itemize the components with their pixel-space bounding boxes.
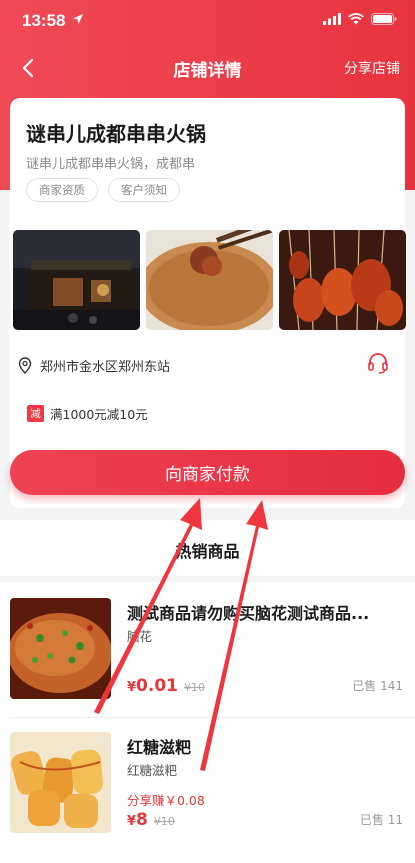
product-price: ¥8 ¥10 [127, 810, 175, 830]
product-name: 红糖滋粑 [127, 738, 192, 757]
status-bar: 13:58 [0, 0, 415, 44]
price-currency: ¥ [127, 814, 137, 829]
product-subtitle: 红糖滋粑 [127, 763, 178, 778]
wifi-icon [348, 13, 364, 25]
product-image [10, 598, 111, 699]
store-photo-skewers[interactable] [279, 230, 406, 330]
tag-customer-notice[interactable]: 客户须知 [108, 178, 180, 202]
promotion-text: 满1000元减10元 [50, 407, 148, 422]
original-price: ¥10 [184, 681, 205, 694]
section-title: 热销商品 [175, 542, 240, 561]
status-time: 13:58 [22, 11, 66, 30]
share-store-button[interactable]: 分享店铺 [344, 58, 400, 78]
nav-bar: 店铺详情 分享店铺 [0, 44, 415, 92]
store-photo-dish[interactable] [146, 230, 273, 330]
promotion: 减 满1000元减10元 [27, 404, 148, 423]
product-item[interactable]: 红糖滋粑 红糖滋粑 分享赚￥0.08 ¥8 ¥10 已售 11 [0, 732, 415, 852]
product-subtitle: 脑花 [127, 629, 153, 644]
price-currency: ¥ [127, 680, 137, 695]
pay-merchant-button[interactable]: 向商家付款 [10, 450, 405, 495]
store-card: 谜串儿成都串串火锅 谜串儿成都串串火锅，成都串 商家资质 客户须知 郑州市金水区… [10, 98, 406, 508]
hot-products-section: 热销商品 测试商品请勿购买脑花测试商品... 脑花 ¥0.01 ¥10 已售 1… [0, 520, 415, 863]
original-price: ¥10 [153, 815, 175, 828]
store-name: 谜串儿成都串串火锅 [26, 122, 206, 146]
section-divider [0, 576, 415, 582]
store-tags: 商家资质 客户须知 [26, 178, 180, 202]
battery-icon [371, 13, 397, 25]
price-value: 8 [136, 810, 148, 830]
tag-qualification[interactable]: 商家资质 [26, 178, 98, 202]
row-divider [10, 717, 415, 718]
headset-icon[interactable] [367, 352, 389, 374]
product-image [10, 732, 111, 833]
price-value: 0.01 [136, 676, 178, 696]
sold-count: 已售 141 [352, 679, 403, 693]
store-description: 谜串儿成都串串火锅，成都串 [26, 157, 196, 172]
product-item[interactable]: 测试商品请勿购买脑花测试商品... 脑花 ¥0.01 ¥10 已售 141 [0, 598, 415, 718]
sold-count: 已售 11 [359, 813, 403, 827]
product-name: 测试商品请勿购买脑花测试商品... [127, 604, 370, 623]
signal-icon [323, 13, 341, 25]
status-icons [323, 13, 397, 25]
product-price: ¥0.01 ¥10 [127, 676, 205, 696]
store-photo-front[interactable] [13, 230, 140, 330]
discount-badge: 减 [27, 405, 44, 422]
store-address[interactable]: 郑州市金水区郑州东站 [18, 356, 170, 375]
store-photos [13, 230, 406, 330]
share-earn-text: 分享赚￥0.08 [127, 793, 205, 808]
address-text: 郑州市金水区郑州东站 [40, 360, 171, 375]
location-arrow-icon [73, 14, 83, 24]
location-pin-icon [18, 357, 32, 374]
